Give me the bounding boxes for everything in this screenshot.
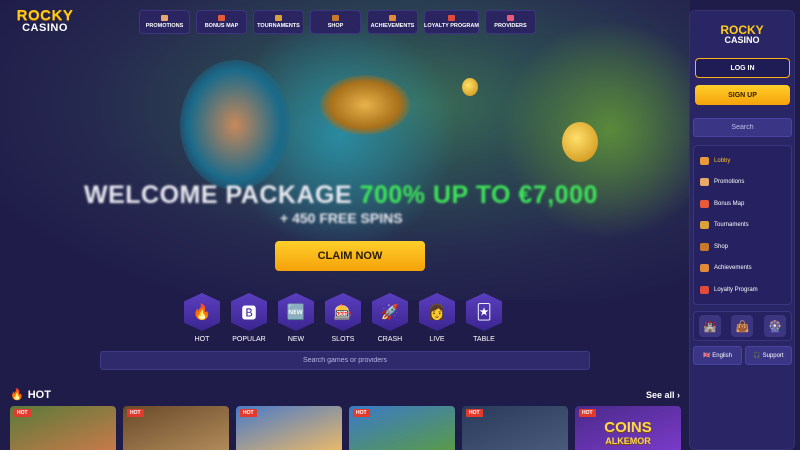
sidebar-menu: Lobby Promotions Bonus Map Tournaments S… xyxy=(693,145,792,305)
crown-icon xyxy=(448,15,455,21)
cards-icon: 🃏 xyxy=(466,293,502,331)
category-hot[interactable]: 🔥 HOT xyxy=(184,293,220,343)
sidebar-item-achievements[interactable]: Achievements xyxy=(694,258,791,280)
login-button[interactable]: LOG IN xyxy=(695,58,790,78)
category-bar: 🔥 HOT 🅱 POPULAR 🆕 NEW 🎰 SLOTS 🚀 CRASH 👩 LIVE 🃏… xyxy=(184,293,502,343)
nav-providers[interactable]: PROVIDERS xyxy=(485,10,536,34)
nav-bonus-map[interactable]: BONUS MAP xyxy=(196,10,247,34)
sidebar-search-input[interactable] xyxy=(693,118,792,137)
bag-icon[interactable]: 👜 xyxy=(731,315,754,337)
map-icon xyxy=(700,199,709,208)
genie-figure xyxy=(180,60,290,190)
hot-badge: HOT xyxy=(579,409,596,417)
chest-icon xyxy=(332,15,339,21)
game-title: COINS ALKEMOR xyxy=(604,419,652,446)
claim-now-button[interactable]: CLAIM NOW xyxy=(275,241,425,271)
trophy-icon xyxy=(700,221,709,230)
slot-machine-icon: 🎰 xyxy=(325,293,361,331)
gold-coin xyxy=(462,78,478,96)
game-card[interactable]: HOT xyxy=(349,406,455,450)
top-navigation: PROMOTIONS BONUS MAP TOURNAMENTS SHOP AC… xyxy=(139,10,536,34)
category-table[interactable]: 🃏 TABLE xyxy=(466,293,502,343)
medal-icon xyxy=(389,15,396,21)
support-button[interactable]: 🎧 Support xyxy=(745,346,792,365)
hot-badge: HOT xyxy=(127,409,144,417)
medal-icon xyxy=(700,264,709,273)
badge-icon: 🅱 xyxy=(231,293,267,331)
nav-loyalty-program[interactable]: LOYALTY PROGRAM xyxy=(424,10,479,34)
hot-badge: HOT xyxy=(466,409,483,417)
fire-icon: 🔥 xyxy=(184,293,220,331)
sidebar-item-bonus-map[interactable]: Bonus Map xyxy=(694,193,791,215)
quick-icons: 🏰 👜 🎡 xyxy=(693,311,792,341)
signup-button[interactable]: SIGN UP xyxy=(695,85,790,105)
fire-icon: 🔥 xyxy=(10,389,24,401)
game-card[interactable]: HOT xyxy=(236,406,342,450)
hot-badge: HOT xyxy=(240,409,257,417)
chest-icon xyxy=(700,242,709,251)
lobby-icon xyxy=(700,156,709,165)
nav-tournaments[interactable]: TOURNAMENTS xyxy=(253,10,304,34)
sidebar: ROCKY CASINO LOG IN SIGN UP Lobby Promot… xyxy=(689,10,795,450)
category-new[interactable]: 🆕 NEW xyxy=(278,293,314,343)
see-all-link[interactable]: See all › xyxy=(646,390,680,400)
hot-section-header: 🔥 HOT xyxy=(10,388,51,402)
brand-logo[interactable]: ROCKY CASINO xyxy=(10,8,80,34)
castle-icon[interactable]: 🏰 xyxy=(699,315,722,337)
sidebar-item-loyalty-program[interactable]: Loyalty Program xyxy=(694,279,791,301)
hero-title: WELCOME PACKAGE 700% UP TO €7,000 xyxy=(84,181,598,209)
nav-shop[interactable]: SHOP xyxy=(310,10,361,34)
category-slots[interactable]: 🎰 SLOTS xyxy=(325,293,361,343)
nav-promotions[interactable]: PROMOTIONS xyxy=(139,10,190,34)
game-card[interactable]: HOT xyxy=(462,406,568,450)
hot-badge: HOT xyxy=(14,409,31,417)
game-card[interactable]: HOT COINS ALKEMOR xyxy=(575,406,681,450)
gift-icon xyxy=(161,15,168,21)
cards-icon xyxy=(507,15,514,21)
sidebar-item-lobby[interactable]: Lobby xyxy=(694,150,791,172)
sidebar-item-promotions[interactable]: Promotions xyxy=(694,172,791,194)
gold-coin xyxy=(562,122,598,162)
map-icon xyxy=(218,15,225,21)
trophy-icon xyxy=(275,15,282,21)
gift-icon xyxy=(700,178,709,187)
wheel-icon[interactable]: 🎡 xyxy=(763,315,786,337)
game-search-input[interactable] xyxy=(100,351,590,370)
hero-subtitle: + 450 FREE SPINS xyxy=(280,210,403,226)
category-crash[interactable]: 🚀 CRASH xyxy=(372,293,408,343)
category-popular[interactable]: 🅱 POPULAR xyxy=(231,293,267,343)
sidebar-item-tournaments[interactable]: Tournaments xyxy=(694,215,791,237)
magic-lamp xyxy=(320,75,410,135)
sidebar-item-shop[interactable]: Shop xyxy=(694,236,791,258)
crown-icon xyxy=(700,285,709,294)
language-button[interactable]: 🇬🇧 English xyxy=(693,346,742,365)
hot-badge: HOT xyxy=(353,409,370,417)
dealer-icon: 👩 xyxy=(419,293,455,331)
game-card[interactable]: HOT xyxy=(123,406,229,450)
uk-flag-icon: 🇬🇧 xyxy=(703,353,711,359)
sidebar-logo[interactable]: ROCKY CASINO xyxy=(690,24,794,45)
category-live[interactable]: 👩 LIVE xyxy=(419,293,455,343)
game-card[interactable]: HOT xyxy=(10,406,116,450)
headset-icon: 🎧 xyxy=(753,353,761,359)
rocket-icon: 🚀 xyxy=(372,293,408,331)
new-icon: 🆕 xyxy=(278,293,314,331)
nav-achievements[interactable]: ACHIEVEMENTS xyxy=(367,10,418,34)
hot-games-row: HOT HOT HOT HOT HOT HOT COINS ALKEMOR xyxy=(10,406,681,450)
